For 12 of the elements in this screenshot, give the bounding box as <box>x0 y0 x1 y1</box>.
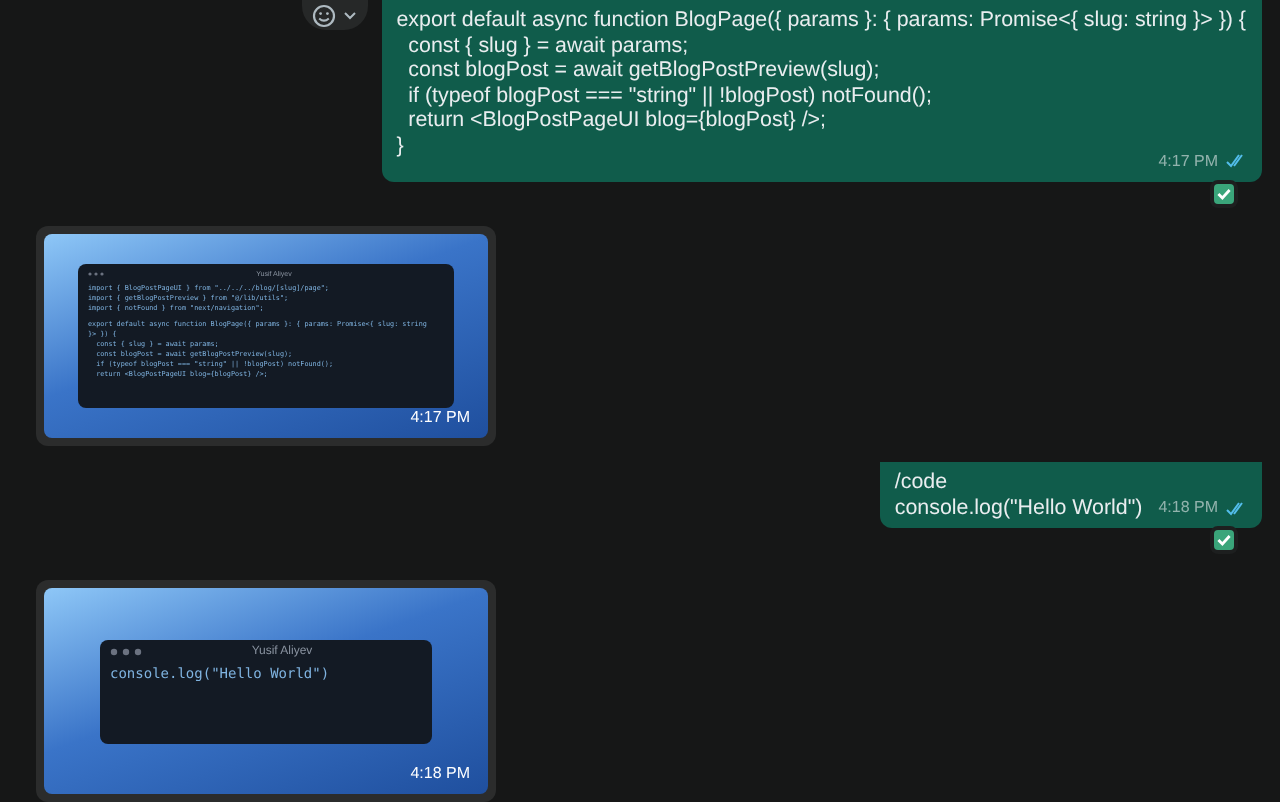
image-message[interactable] <box>36 226 496 447</box>
check-mark-reaction-icon[interactable] <box>1210 180 1238 209</box>
check-mark-reaction-icon[interactable] <box>1210 526 1238 555</box>
message-text: /code console.log("Hello World") <box>894 470 1143 521</box>
emoji-reaction-button[interactable] <box>302 0 369 30</box>
chevron-down-icon <box>344 11 357 19</box>
message-time: 4:18 PM <box>1158 495 1218 520</box>
window-dots-icon <box>110 647 142 656</box>
image-time: 4:18 PM <box>410 764 470 783</box>
window-dots-icon <box>88 272 104 277</box>
image-time: 4:17 PM <box>410 408 470 427</box>
smiley-icon <box>312 3 337 27</box>
